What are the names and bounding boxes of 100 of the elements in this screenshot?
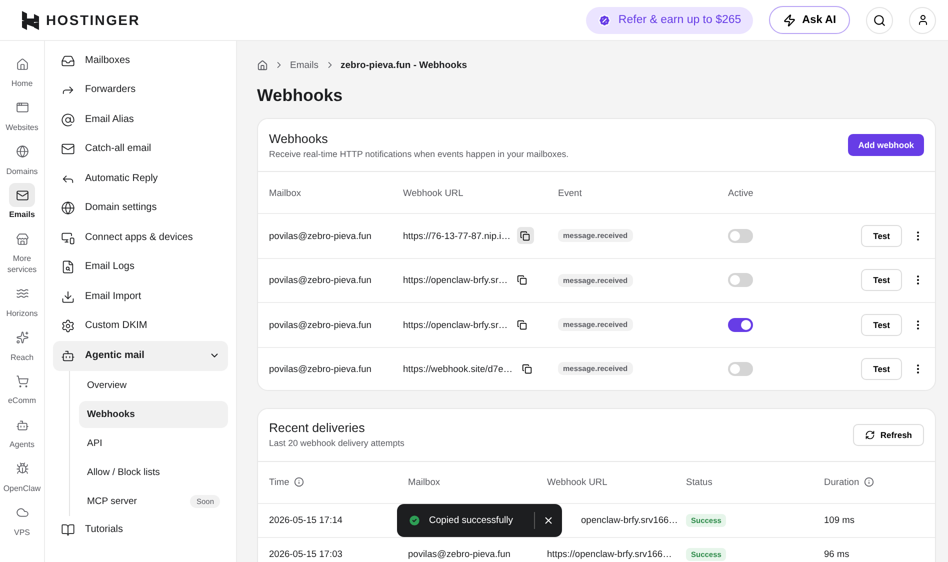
rail-label: Home xyxy=(11,79,33,90)
test-button[interactable]: Test xyxy=(861,269,902,292)
active-toggle[interactable] xyxy=(728,228,753,243)
duration-cell-text: 96 ms xyxy=(824,549,850,559)
rail-label: VPS xyxy=(14,528,30,539)
rail-label: Agents xyxy=(10,440,34,451)
sidebar-subitem[interactable]: Webhooks xyxy=(79,400,228,428)
check-icon xyxy=(408,514,421,527)
copy-icon xyxy=(517,275,528,286)
envelope-icon xyxy=(16,188,28,202)
sidebar-item[interactable]: Email Import xyxy=(53,282,228,312)
search-button[interactable] xyxy=(866,6,893,34)
ask-ai-button[interactable]: Ask AI xyxy=(769,6,850,34)
add-webhook-button[interactable]: Add webhook xyxy=(848,134,924,156)
rail-item[interactable]: VPS xyxy=(0,500,44,540)
copy-button[interactable] xyxy=(516,227,534,244)
test-button[interactable]: Test xyxy=(861,224,902,247)
bug-icon xyxy=(16,462,28,476)
rail-item[interactable]: Agents xyxy=(0,412,44,452)
info-icon[interactable] xyxy=(294,477,304,487)
sidebar-subitem[interactable]: Overview xyxy=(79,372,228,398)
globe-icon xyxy=(16,145,28,158)
home-icon[interactable] xyxy=(257,60,268,70)
search-icon xyxy=(873,14,886,26)
rail-label: Websites xyxy=(6,122,38,134)
rail-label: More services xyxy=(6,254,38,276)
mailbox-cell-text: povilas@zebro-pieva.fun xyxy=(269,230,372,241)
test-button[interactable]: Test xyxy=(861,358,902,380)
column-header: Duration xyxy=(824,477,860,487)
rail-label: eComm xyxy=(8,396,36,408)
sidebar-item[interactable]: Email Alias xyxy=(53,105,228,134)
active-toggle[interactable] xyxy=(728,318,753,332)
rail-item[interactable]: Emails xyxy=(0,182,44,222)
rail-item[interactable]: Websites xyxy=(0,94,44,135)
column-header: Mailbox xyxy=(269,188,302,198)
rail-label: Emails xyxy=(9,210,35,222)
copy-icon xyxy=(522,364,532,374)
column-header: Active xyxy=(728,188,754,198)
rail-item[interactable]: Domains xyxy=(0,138,44,178)
toast-message: Copied successfully xyxy=(429,515,514,526)
sidebar-item[interactable]: Custom DKIM xyxy=(53,312,228,341)
robot-icon xyxy=(61,348,75,363)
column-header: Mailbox xyxy=(408,477,440,487)
account-button[interactable] xyxy=(909,6,936,34)
time-cell-text: 2026-05-15 17:03 xyxy=(269,549,344,559)
rail-item[interactable]: OpenClaw xyxy=(0,456,44,496)
info-icon[interactable] xyxy=(864,477,874,487)
mailbox-cell-text: povilas@zebro-pieva.fun xyxy=(408,549,512,559)
time-cell-text: 2026-05-15 17:14 xyxy=(269,515,344,525)
sidebar-item[interactable]: Tutorials xyxy=(53,516,228,545)
card-subtitle: Last 20 webhook delivery attempts xyxy=(269,438,404,448)
sidebar-subitem[interactable]: Allow / Block lists xyxy=(79,458,228,486)
refresh-button[interactable]: Refresh xyxy=(853,424,924,446)
breadcrumb-current: zebro-pieva.fun - Webhooks xyxy=(340,60,468,70)
url-cell: https://openclaw-brfy.sr… xyxy=(403,275,508,286)
sidebar-item[interactable]: Connect apps & devices xyxy=(53,223,228,252)
home-icon xyxy=(16,58,28,70)
close-button[interactable] xyxy=(543,515,554,526)
rail-item[interactable]: Reach xyxy=(0,324,44,364)
rail-item[interactable]: Horizons xyxy=(0,280,44,321)
card-title: Recent deliveries xyxy=(269,421,366,435)
active-toggle[interactable] xyxy=(728,273,753,288)
refer-button[interactable]: Refer & earn up to $265 xyxy=(586,6,754,34)
rail-label: OpenClaw xyxy=(3,484,41,495)
sidebar-item[interactable]: Mailboxes xyxy=(53,46,228,76)
rail-item[interactable]: eComm xyxy=(0,368,44,408)
card-title: Webhooks xyxy=(269,132,329,146)
file-search-icon xyxy=(61,260,75,274)
sidebar-item[interactable]: Agentic mail xyxy=(53,341,228,370)
sidebar-subitem[interactable]: API xyxy=(79,430,228,456)
test-button[interactable]: Test xyxy=(861,314,902,336)
column-header: Status xyxy=(686,477,712,487)
at-sign-icon xyxy=(61,112,75,127)
duration-cell-text: 109 ms xyxy=(824,515,856,525)
copy-icon xyxy=(520,230,530,241)
mailbox-cell-text: povilas@zebro-pieva.fun xyxy=(269,320,372,330)
sidebar-item[interactable]: Forwarders xyxy=(53,76,228,105)
active-toggle[interactable] xyxy=(728,362,753,376)
url-cell: https://76-13-77-87.nip.i… xyxy=(403,230,510,241)
rail-item[interactable]: More services xyxy=(0,226,44,277)
inbox-icon xyxy=(61,54,75,68)
breadcrumb-link[interactable]: Emails xyxy=(290,60,319,70)
sidebar-item[interactable]: Email Logs xyxy=(53,252,228,282)
discount-badge-icon xyxy=(598,14,612,26)
devices-icon xyxy=(61,230,75,245)
logo-text: HOSTINGER xyxy=(46,12,140,28)
sidebar-item[interactable]: Domain settings xyxy=(53,194,228,223)
rail-item[interactable]: Home xyxy=(0,51,44,91)
settings-icon xyxy=(61,319,75,334)
sidebar-item[interactable]: Catch-all email xyxy=(53,134,228,164)
download-icon xyxy=(61,290,75,304)
refresh-icon xyxy=(865,430,876,440)
rail-label: Reach xyxy=(10,352,34,364)
url-cell: https://webhook.site/d7e… xyxy=(403,364,513,374)
book-icon xyxy=(61,523,75,538)
page-title: Webhooks xyxy=(257,86,344,106)
sidebar-item[interactable]: Automatic Reply xyxy=(53,164,228,194)
user-icon xyxy=(916,14,928,26)
close-icon xyxy=(543,515,554,526)
column-header: Event xyxy=(558,188,583,198)
